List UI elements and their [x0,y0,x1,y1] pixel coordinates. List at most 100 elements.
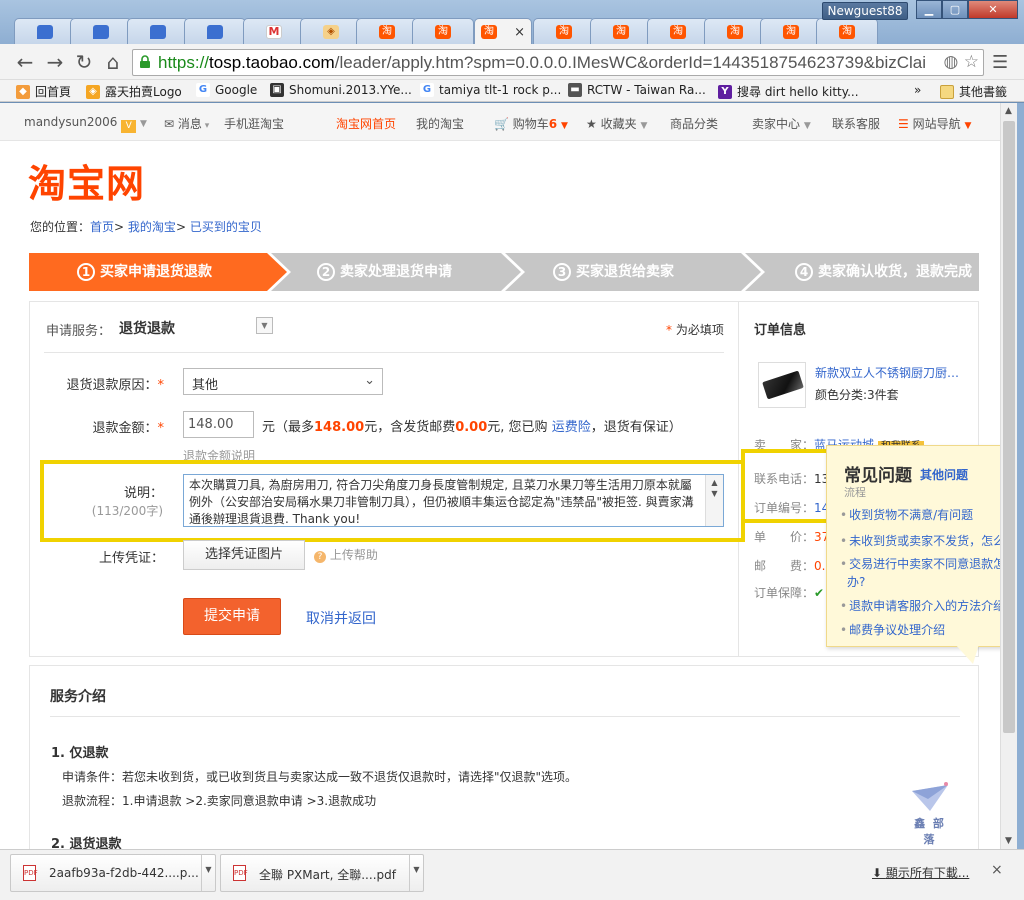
bookmark-item[interactable]: G Google [196,83,257,97]
address-bar[interactable]: https://tosp.taobao.com/leader/apply.htm… [132,49,984,76]
site-nav-my-taobao[interactable]: 我的淘宝 [416,115,464,132]
browser-toolbar: ← → ↻ ⌂ https://tosp.taobao.com/leader/a… [0,44,1024,80]
bookmark-item[interactable]: Gtamiya tlt-1 rock p... [420,83,561,97]
scroll-down-icon[interactable]: ▼ [1005,836,1012,846]
description-count: (113/200字) [91,504,163,518]
download-menu-icon[interactable]: ▼ [409,855,423,891]
reason-select[interactable]: 其他 ⌄ [183,368,383,395]
bookmark-star-icon[interactable]: ☆ [964,52,979,72]
forward-icon[interactable]: → [44,52,66,74]
download-menu-icon[interactable]: ▼ [201,855,215,891]
taobao-icon: 淘 [839,24,855,39]
upload-button[interactable]: 选择凭证图片 [183,540,305,570]
bookmark-item[interactable]: Y 搜尋 dirt hello kitty... [718,83,859,100]
breadcrumb-home[interactable]: 首页 [90,220,114,234]
browser-tab[interactable]: 淘 [356,18,418,44]
back-icon[interactable]: ← [14,52,36,74]
site-nav-categories[interactable]: 商品分类 [670,115,718,132]
faq-item[interactable]: 未收到货或卖家不发货，怎么办 [840,532,1000,549]
other-bookmarks[interactable]: 其他書籤 [940,83,1007,100]
browser-tab[interactable] [70,18,132,44]
menu-icon[interactable]: ☰ [992,52,1008,73]
site-nav-favorites[interactable]: ★ 收藏夹 ▼ [586,115,647,132]
browser-tab[interactable] [184,18,246,44]
bookmark-item[interactable]: ▣ Shomuni.2013.YYe... [270,83,412,97]
divider [44,352,724,353]
site-nav-seller-center[interactable]: 卖家中心 ▼ [752,115,811,132]
browser-tab[interactable]: M [243,18,305,44]
film-icon: ▣ [270,83,284,97]
show-all-downloads-link[interactable]: ⬇ 顯示所有下載... [872,864,969,881]
browser-tab[interactable]: 淘 [533,18,595,44]
pdf-icon: PDF [23,865,38,881]
section-title: 1. 仅退款 [51,746,109,761]
cart-icon: 🛒 [494,117,509,131]
faq-item[interactable]: 退款申请客服介入的方法介绍 [840,597,1000,614]
submit-button[interactable]: 提交申请 [183,598,281,635]
textarea-scrollbar[interactable]: ▲ ▼ [705,475,723,526]
amount-input[interactable]: 148.00 [183,411,254,438]
browser-tab[interactable]: 淘 [704,18,766,44]
upload-help-link[interactable]: ? 上传帮助 [314,546,378,563]
page-viewport: mandysun2006 V ▼ ✉ 消息 ▾ 手机逛淘宝 淘宝网首页 我的淘宝… [0,103,1000,849]
browser-tab[interactable] [127,18,189,44]
browser-tab[interactable]: 淘 [816,18,878,44]
breadcrumb-my-taobao[interactable]: 我的淘宝 [128,220,176,234]
site-nav-sitemap[interactable]: ☰ 网站导航 ▼ [898,115,971,132]
browser-tab[interactable] [14,18,76,44]
browser-tab[interactable]: 淘 [412,18,474,44]
bookmark-item[interactable]: ◈ 露天拍賣Logo [86,83,182,100]
reload-icon[interactable]: ↻ [73,52,95,74]
blue-bubble-icon [150,24,166,39]
site-nav-home[interactable]: 淘宝网首页 [336,115,396,132]
faq-more-link[interactable]: 其他问题 [920,466,968,483]
product-thumbnail[interactable] [758,362,806,408]
browser-tab[interactable]: 淘 × [474,18,532,45]
product-attr: 颜色分类:3件套 [815,388,899,402]
breadcrumb-bought[interactable]: 已买到的宝贝 [190,220,262,234]
insurance-link[interactable]: 运费险 [552,420,591,435]
faq-item[interactable]: 邮费争议处理介绍 [840,621,945,638]
taobao-logo[interactable]: 淘宝网 [28,153,145,208]
blue-bubble-icon [37,24,53,39]
site-nav-mobile[interactable]: 手机逛淘宝 [224,115,284,132]
faq-item-cont[interactable]: 办? [847,573,865,590]
cancel-link[interactable]: 取消并返回 [306,608,376,628]
faq-item[interactable]: 收到货物不满意/有问题 [840,506,973,523]
section-title: 2. 退货退款 [51,837,122,849]
close-window-button[interactable]: ✕ [968,0,1018,19]
scroll-up-icon[interactable]: ▲ [1005,106,1012,116]
home-icon[interactable]: ⌂ [102,52,124,74]
bookmark-label: tamiya tlt-1 rock p... [439,83,562,97]
browser-tab[interactable]: 淘 [590,18,652,44]
product-link[interactable]: 新款双立人不锈钢厨刀厨具套装 [815,364,965,381]
faq-item[interactable]: 交易进行中卖家不同意退款怎么 [840,555,1000,572]
browser-tab[interactable]: 淘 [760,18,822,44]
progress-steps: 1 买家申请退货退款 2 卖家处理退货申请 3 买家退货给卖家 4 卖家确认收货，退款完… [29,253,979,291]
divider [50,716,960,717]
browser-tab[interactable]: 淘 [647,18,709,44]
page-action-icon[interactable]: ◍ [944,52,959,72]
bookmark-item[interactable]: ▬ RCTW - Taiwan Ra... [568,83,706,97]
plane-logo-icon [912,782,948,811]
faq-title: 常见问题 [844,466,912,486]
page-scrollbar[interactable]: ▲ ▼ [1000,103,1017,849]
minimize-button[interactable]: ▁ [916,0,942,19]
browser-tab[interactable]: ◈ [300,18,362,44]
site-nav-cart[interactable]: 🛒 购物车6 ▼ [494,115,568,132]
service-dropdown-icon[interactable]: ▼ [256,317,273,334]
scroll-thumb[interactable] [1003,121,1015,733]
site-nav-service[interactable]: 联系客服 [832,115,880,132]
close-shelf-icon[interactable]: × [991,862,1003,878]
tab-close-icon[interactable]: × [514,25,525,40]
description-textarea[interactable]: 本次購買刀具, 為廚房用刀, 符合刀尖角度刀身長度管制規定, 且菜刀水果刀等生活… [183,474,724,527]
breadcrumb: 您的位置：首页> 我的淘宝> 已买到的宝贝 [30,220,262,234]
profile-badge[interactable]: Newguest88 [822,2,908,20]
download-item[interactable]: PDF 2aafb93a-f2db-442....p... ▼ [10,854,216,892]
site-nav-user[interactable]: mandysun2006 V ▼ [24,115,147,133]
bookmarks-overflow[interactable]: » [914,83,921,97]
bookmark-item[interactable]: ◆ 回首頁 [16,83,71,100]
maximize-button[interactable]: ▢ [942,0,968,19]
site-nav-message[interactable]: ✉ 消息 ▾ [164,115,209,132]
download-item[interactable]: PDF 全聯 PXMart, 全聯....pdf ▼ [220,854,424,892]
